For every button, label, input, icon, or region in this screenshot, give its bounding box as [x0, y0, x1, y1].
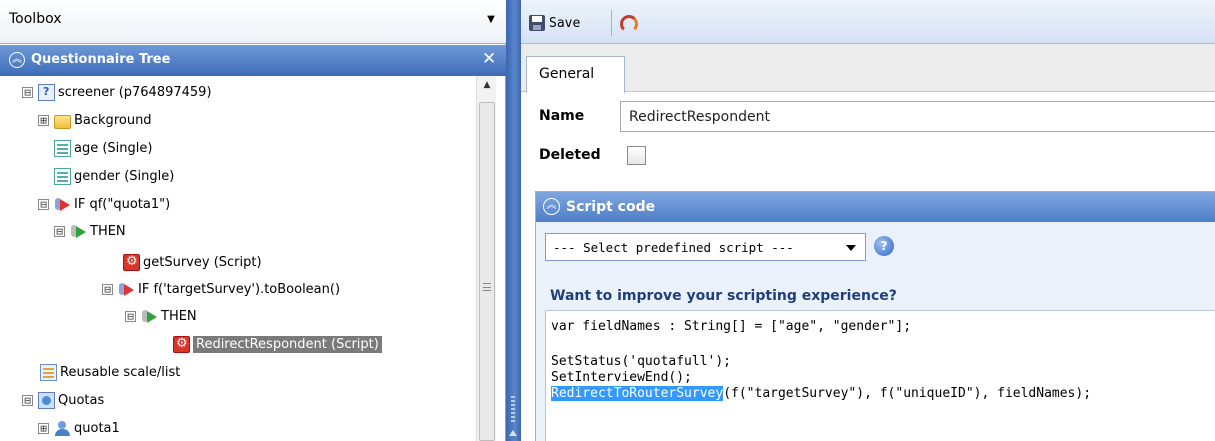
script-icon — [123, 253, 140, 271]
questionnaire-tree-title: Questionnaire Tree — [31, 52, 171, 67]
left-panel: Toolbox ▼ ︽ Questionnaire Tree ✕ ⊟ scree… — [0, 0, 506, 441]
editor-panel: Save General Name Deleted ︽ Script code … — [521, 0, 1215, 441]
tree-node-label: age (Single) — [74, 140, 153, 156]
tree-node-then-2[interactable]: ⊟ THEN — [125, 304, 197, 328]
script-editor[interactable]: var fieldNames : String[] = ["age", "gen… — [545, 310, 1215, 441]
single-question-icon — [54, 139, 71, 157]
save-button[interactable]: Save — [529, 13, 580, 33]
deleted-label: Deleted — [539, 147, 601, 163]
collapse-toggle-icon[interactable]: ⊟ — [22, 86, 33, 98]
predefined-script-value: --- Select predefined script --- — [553, 239, 794, 255]
code-line: SetInterviewEnd(); — [551, 370, 692, 385]
name-field[interactable] — [620, 101, 1215, 132]
reusable-list-icon — [40, 363, 57, 381]
tree-node-label: IF f('targetSurvey').toBoolean() — [138, 281, 341, 297]
refresh-icon[interactable] — [619, 13, 638, 33]
script-code-title: Script code — [566, 199, 656, 215]
tree-node-getsurvey[interactable]: getSurvey (Script) — [123, 250, 262, 274]
tree-node-label: THEN — [161, 308, 197, 324]
script-code-header[interactable]: ︽ Script code — [536, 192, 1215, 222]
tree-node-label: THEN — [90, 223, 126, 239]
save-label: Save — [549, 15, 581, 31]
panel-splitter[interactable] — [506, 0, 521, 441]
tree-node-gender[interactable]: gender (Single) — [54, 164, 174, 188]
if-condition-icon — [54, 196, 71, 213]
scroll-up-arrow-icon[interactable]: ▲ — [477, 80, 497, 94]
tree-node-quotas[interactable]: ⊟ Quotas — [22, 388, 104, 412]
grip-icon — [483, 283, 491, 291]
collapse-toggle-icon[interactable]: ⊟ — [22, 394, 33, 406]
collapse-toggle-icon[interactable]: ⊟ — [102, 283, 113, 295]
quotas-icon — [38, 391, 55, 409]
then-branch-icon — [70, 223, 87, 240]
tree-node-label: quota1 — [74, 420, 120, 436]
dropdown-arrow-icon[interactable]: ▼ — [484, 13, 498, 27]
code-line: var fieldNames : String[] = ["age", "gen… — [551, 319, 912, 334]
floppy-disk-icon — [529, 15, 545, 31]
close-icon[interactable]: ✕ — [482, 49, 496, 69]
tree-node-label: getSurvey (Script) — [143, 254, 262, 270]
tree-scrollbar[interactable]: ▲ — [476, 76, 496, 441]
tree-node-screener[interactable]: ⊟ screener (p764897459) — [22, 80, 212, 104]
tree-node-if-quota1[interactable]: ⊟ IF qf("quota1") — [38, 192, 170, 216]
tree-node-background[interactable]: ⊞ Background — [38, 108, 152, 132]
tree-node-label: Background — [74, 112, 152, 128]
chevron-down-icon — [846, 245, 856, 251]
tree-node-if-targetsurvey[interactable]: ⊟ IF f('targetSurvey').toBoolean() — [102, 277, 340, 301]
tab-general-label: General — [539, 66, 595, 82]
script-icon — [173, 335, 190, 353]
collapse-toggle-icon[interactable]: ⊟ — [54, 225, 65, 237]
editor-toolbar: Save — [521, 0, 1215, 44]
toolbar-divider — [611, 10, 612, 36]
code-selection: RedirectToRouterSurvey — [551, 386, 724, 401]
questionnaire-tree-header[interactable]: ︽ Questionnaire Tree ✕ — [0, 45, 506, 76]
then-branch-icon — [141, 308, 158, 325]
tab-general[interactable]: General — [526, 56, 625, 93]
tree-node-label: Reusable scale/list — [60, 364, 181, 380]
survey-icon — [38, 83, 55, 101]
tree-node-label: Quotas — [58, 392, 105, 408]
script-code-panel: ︽ Script code --- Select predefined scri… — [535, 191, 1215, 441]
collapse-icon[interactable]: ︽ — [9, 52, 25, 68]
expand-toggle-icon[interactable]: ⊞ — [38, 422, 49, 434]
tree-node-then-1[interactable]: ⊟ THEN — [54, 219, 126, 243]
help-icon[interactable]: ? — [874, 236, 894, 256]
if-condition-icon — [118, 281, 135, 298]
quota-icon — [54, 420, 71, 437]
code-text: (f("targetSurvey"), f("uniqueID"), field… — [723, 386, 1092, 401]
tree-node-reusable[interactable]: Reusable scale/list — [40, 360, 180, 384]
code-line: RedirectToRouterSurvey(f("targetSurvey")… — [551, 386, 1091, 401]
splitter-arrow-icon[interactable] — [509, 430, 517, 436]
questionnaire-tree: ⊟ screener (p764897459) ⊞ Background age… — [0, 76, 476, 441]
improve-scripting-link[interactable]: Want to improve your scripting experienc… — [550, 288, 897, 304]
splitter-grip-icon — [511, 396, 515, 422]
tree-node-label: IF qf("quota1") — [74, 196, 171, 212]
deleted-checkbox[interactable] — [627, 146, 646, 165]
tree-node-label: gender (Single) — [74, 168, 175, 184]
predefined-script-select[interactable]: --- Select predefined script --- — [545, 233, 866, 261]
folder-icon — [54, 114, 71, 129]
collapse-toggle-icon[interactable]: ⊟ — [38, 198, 49, 210]
tree-node-label: screener (p764897459) — [58, 84, 212, 100]
tree-node-quota1[interactable]: ⊞ quota1 — [38, 416, 120, 440]
single-question-icon — [54, 167, 71, 185]
collapse-icon[interactable]: ︽ — [543, 198, 560, 215]
expand-toggle-icon[interactable]: ⊞ — [38, 114, 49, 126]
collapse-toggle-icon[interactable]: ⊟ — [125, 310, 136, 322]
tree-node-redirectrespondent[interactable]: RedirectRespondent (Script) — [173, 332, 382, 356]
toolbox-label: Toolbox — [9, 11, 62, 27]
tree-node-age[interactable]: age (Single) — [54, 136, 152, 160]
code-line: SetStatus('quotafull'); — [551, 354, 732, 369]
scrollbar-thumb[interactable] — [479, 102, 495, 441]
tab-bar: General — [521, 44, 1215, 93]
toolbox-header[interactable]: Toolbox ▼ — [0, 0, 506, 44]
name-label: Name — [539, 108, 585, 124]
tree-node-label: RedirectRespondent (Script) — [193, 335, 382, 353]
